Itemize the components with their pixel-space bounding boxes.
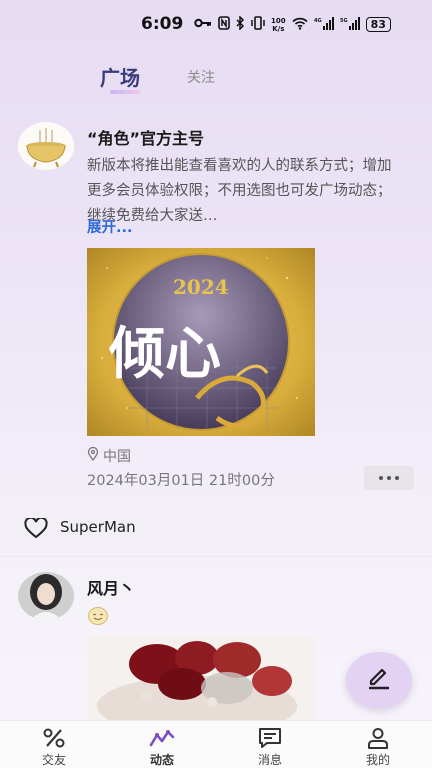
compose-post-button[interactable] xyxy=(346,652,412,708)
key-icon xyxy=(194,17,212,32)
nav-friends[interactable]: 交友 xyxy=(24,727,84,768)
signal-4g-icon: 4G xyxy=(314,16,334,33)
nav-messages[interactable]: 消息 xyxy=(240,727,300,768)
dot-icon xyxy=(395,476,399,480)
dot-icon xyxy=(387,476,391,480)
nav-label: 消息 xyxy=(257,753,282,767)
post-divider xyxy=(0,556,432,557)
dot-icon xyxy=(379,476,383,480)
location-text: 中国 xyxy=(103,449,131,465)
likes-bar: SuperMan xyxy=(10,508,422,548)
post-date: 2024年03月01日 21时00分 xyxy=(87,473,275,489)
status-bar: 6:09 100 K/s 4G 5G 83 xyxy=(0,0,432,50)
liked-by-user[interactable]: SuperMan xyxy=(60,518,136,536)
signal-5g-icon: 5G xyxy=(340,16,360,33)
post-image[interactable]: 2024 倾心 xyxy=(87,248,315,436)
avatar[interactable] xyxy=(18,572,74,620)
status-time: 6:09 xyxy=(141,14,184,34)
status-icons: 100 K/s 4G 5G 83 xyxy=(194,15,391,33)
nav-label: 动态 xyxy=(149,753,174,767)
svg-text:4G: 4G xyxy=(314,18,322,24)
network-speed: 100 K/s xyxy=(271,16,286,33)
post-text: 新版本将推出能查看喜欢的人的联系方式；增加更多会员体验权限；不用选图也可发广场动… xyxy=(87,158,392,224)
tab-indicator xyxy=(110,90,140,94)
message-icon xyxy=(240,727,300,749)
user-icon xyxy=(348,727,408,749)
friends-icon xyxy=(24,727,84,749)
avatar[interactable] xyxy=(18,122,74,170)
nfc-icon xyxy=(218,16,230,33)
post-image[interactable] xyxy=(87,636,315,720)
location: 中国 xyxy=(87,446,131,466)
post-author[interactable]: “角色”官方主号 xyxy=(87,125,204,149)
location-pin-icon xyxy=(87,446,99,465)
smile-emoji-icon xyxy=(87,606,109,630)
tab-square[interactable]: 广场 xyxy=(100,62,140,91)
nav-label: 交友 xyxy=(41,753,66,767)
vibrate-icon xyxy=(251,16,265,33)
heart-icon[interactable] xyxy=(24,516,48,543)
bottom-nav: 交友 动态 消息 我的 xyxy=(0,720,432,768)
battery-indicator: 83 xyxy=(365,17,391,32)
nav-feed[interactable]: 动态 xyxy=(132,727,192,768)
activity-icon xyxy=(132,727,192,749)
expand-link[interactable]: 展开... xyxy=(87,216,133,237)
nav-profile[interactable]: 我的 xyxy=(348,727,408,768)
wifi-icon xyxy=(292,17,308,33)
edit-pen-icon xyxy=(366,665,392,695)
svg-text:5G: 5G xyxy=(340,18,348,24)
post-author[interactable]: 风月丶 xyxy=(87,575,135,599)
image-year: 2024 xyxy=(173,275,229,299)
tab-following[interactable]: 关注 xyxy=(187,67,215,87)
bluetooth-icon xyxy=(236,15,245,33)
image-title: 倾心 xyxy=(108,322,221,387)
nav-label: 我的 xyxy=(365,753,390,767)
more-options-button[interactable] xyxy=(364,466,414,490)
